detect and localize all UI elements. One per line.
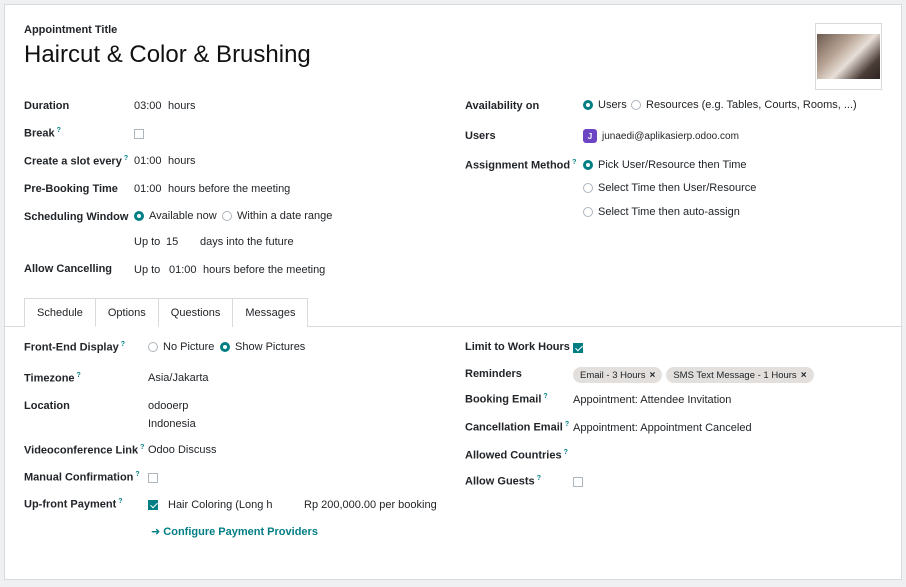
prebook-label: Pre-Booking Time xyxy=(24,183,118,195)
availability-resources[interactable]: Resources (e.g. Tables, Courts, Rooms, .… xyxy=(631,99,857,111)
prebook-unit: hours before the meeting xyxy=(168,183,291,195)
payment-product[interactable]: Hair Coloring (Long ha xyxy=(168,499,272,511)
countries-input[interactable] xyxy=(573,449,873,463)
assignment-pick-user[interactable]: Pick User/Resource then Time xyxy=(583,159,747,171)
guests-checkbox[interactable] xyxy=(573,476,583,488)
title-label: Appointment Title xyxy=(24,24,118,36)
configure-payment-link[interactable]: ➜ Configure Payment Providers xyxy=(151,525,318,538)
scheduling-days-unit: days into the future xyxy=(200,236,294,248)
notebook-tabs: Schedule Options Questions Messages xyxy=(24,298,309,327)
close-icon[interactable]: × xyxy=(801,370,807,381)
frontend-show-pictures[interactable]: Show Pictures xyxy=(220,341,305,353)
slot-label: Create a slot every? xyxy=(24,155,129,168)
slot-unit: hours xyxy=(168,155,196,167)
close-icon[interactable]: × xyxy=(649,370,655,381)
video-select[interactable]: Odoo Discuss xyxy=(148,444,216,456)
appointment-image[interactable] xyxy=(815,23,882,90)
location-line2[interactable]: Indonesia xyxy=(148,418,196,430)
tab-questions[interactable]: Questions xyxy=(157,298,234,327)
slot-input[interactable]: 01:00 xyxy=(134,155,162,167)
user-tag[interactable]: J junaedi@aplikasierp.odoo.com xyxy=(583,129,739,143)
scheduling-label: Scheduling Window xyxy=(24,211,129,223)
users-label: Users xyxy=(465,130,496,142)
tab-options[interactable]: Options xyxy=(94,298,159,327)
cancel-email-label: Cancellation Email? xyxy=(465,421,570,434)
frontend-no-picture[interactable]: No Picture xyxy=(148,341,214,353)
video-label: Videoconference Link? xyxy=(24,444,145,457)
break-label: Break? xyxy=(24,127,61,140)
payment-checkbox[interactable] xyxy=(148,499,158,511)
radio-icon xyxy=(134,211,144,221)
radio-icon xyxy=(583,207,593,217)
limit-label: Limit to Work Hours xyxy=(465,341,570,353)
location-line1[interactable]: odooerp xyxy=(148,400,188,412)
form-sheet: Appointment Title Haircut & Color & Brus… xyxy=(4,4,902,580)
manual-checkbox[interactable] xyxy=(148,472,158,484)
timezone-label: Timezone? xyxy=(24,372,81,385)
scheduling-days-input[interactable]: 15 xyxy=(166,236,178,248)
payment-label: Up-front Payment? xyxy=(24,498,123,511)
limit-checkbox[interactable] xyxy=(573,342,583,354)
payment-price: Rp 200,000.00 per booking xyxy=(304,499,437,511)
radio-icon xyxy=(148,342,158,352)
manual-label: Manual Confirmation? xyxy=(24,471,140,484)
timezone-select[interactable]: Asia/Jakarta xyxy=(148,372,209,384)
frontend-label: Front-End Display? xyxy=(24,341,126,354)
assignment-auto[interactable]: Select Time then auto-assign xyxy=(583,206,740,218)
scheduling-upto: Up to xyxy=(134,236,161,248)
reminder-tag[interactable]: Email - 3 Hours × xyxy=(573,367,663,383)
availability-users[interactable]: Users xyxy=(583,99,627,111)
radio-icon xyxy=(222,211,232,221)
user-email: junaedi@aplikasierp.odoo.com xyxy=(602,130,739,142)
cancel-upto: Up to xyxy=(134,264,161,276)
radio-icon xyxy=(631,100,641,110)
break-checkbox[interactable] xyxy=(134,128,144,140)
duration-unit: hours xyxy=(168,100,196,112)
duration-label: Duration xyxy=(24,100,70,112)
location-label: Location xyxy=(24,400,70,412)
assignment-time-then-user[interactable]: Select Time then User/Resource xyxy=(583,182,756,194)
appointment-title-input[interactable]: Haircut & Color & Brushing xyxy=(24,41,311,69)
prebook-input[interactable]: 01:00 xyxy=(134,183,162,195)
scheduling-available-now[interactable]: Available now xyxy=(134,210,217,222)
radio-icon xyxy=(583,183,593,193)
cancel-input[interactable]: 01:00 xyxy=(169,264,197,276)
guests-label: Allow Guests? xyxy=(465,475,541,488)
radio-icon xyxy=(583,100,593,110)
tab-messages[interactable]: Messages xyxy=(232,298,309,327)
countries-label: Allowed Countries? xyxy=(465,449,568,462)
reminders-tags: Email - 3 Hours × SMS Text Message - 1 Ho… xyxy=(573,367,818,383)
radio-icon xyxy=(583,160,593,170)
reminder-tag[interactable]: SMS Text Message - 1 Hours × xyxy=(666,367,814,383)
availability-label: Availability on xyxy=(465,100,540,112)
reminders-label: Reminders xyxy=(465,368,522,380)
user-avatar: J xyxy=(583,129,597,143)
cancel-label: Allow Cancelling xyxy=(24,263,113,275)
booking-email-select[interactable]: Appointment: Attendee Invitation xyxy=(573,394,731,406)
radio-icon xyxy=(220,342,230,352)
assignment-label: Assignment Method? xyxy=(465,159,577,172)
scheduling-date-range[interactable]: Within a date range xyxy=(222,210,332,222)
duration-input[interactable]: 03:00 xyxy=(134,100,162,112)
arrow-right-icon: ➜ xyxy=(151,526,164,538)
tab-schedule[interactable]: Schedule xyxy=(24,298,96,327)
booking-email-label: Booking Email? xyxy=(465,393,548,406)
cancel-email-select[interactable]: Appointment: Appointment Canceled xyxy=(573,422,752,434)
cancel-unit: hours before the meeting xyxy=(203,264,326,276)
image-preview xyxy=(817,34,880,79)
